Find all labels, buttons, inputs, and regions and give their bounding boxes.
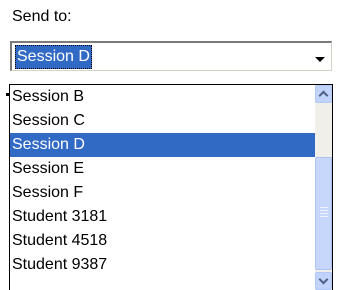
list-item[interactable]: Session E	[10, 157, 315, 181]
send-to-label: Send to:	[12, 8, 72, 25]
list-scrollbar[interactable]	[315, 85, 332, 290]
scroll-thumb[interactable]	[315, 157, 332, 270]
list-item[interactable]: Student 3181	[10, 205, 315, 229]
scroll-up-button[interactable]	[315, 85, 332, 103]
dropdown-list[interactable]: Session B Session C Session D Session E Sess…	[9, 84, 333, 290]
list-item[interactable]: Session C	[10, 109, 315, 133]
list-item[interactable]: Session D	[10, 133, 315, 157]
chevron-up-icon	[318, 90, 329, 101]
dropdown-list-items: Session B Session C Session D Session E Sess…	[10, 85, 315, 277]
list-item[interactable]: Student 9387	[10, 253, 315, 277]
send-to-panel: Send to: Session D Session B Session C Ses…	[0, 0, 339, 290]
scroll-down-button[interactable]	[315, 272, 332, 290]
list-item[interactable]: Student 4518	[10, 229, 315, 253]
list-item[interactable]: Session F	[10, 181, 315, 205]
thumb-grip-line	[320, 207, 328, 208]
chevron-down-icon	[315, 57, 325, 62]
thumb-grip-line	[320, 213, 328, 214]
chevron-down-icon	[318, 274, 329, 285]
dropdown-button[interactable]	[310, 44, 330, 70]
thumb-grip-line	[320, 210, 328, 211]
combobox-selected-value[interactable]: Session D	[15, 45, 92, 69]
thumb-grip-line	[320, 216, 328, 217]
list-item[interactable]: Session B	[10, 85, 315, 109]
send-to-combobox[interactable]: Session D	[10, 41, 332, 71]
